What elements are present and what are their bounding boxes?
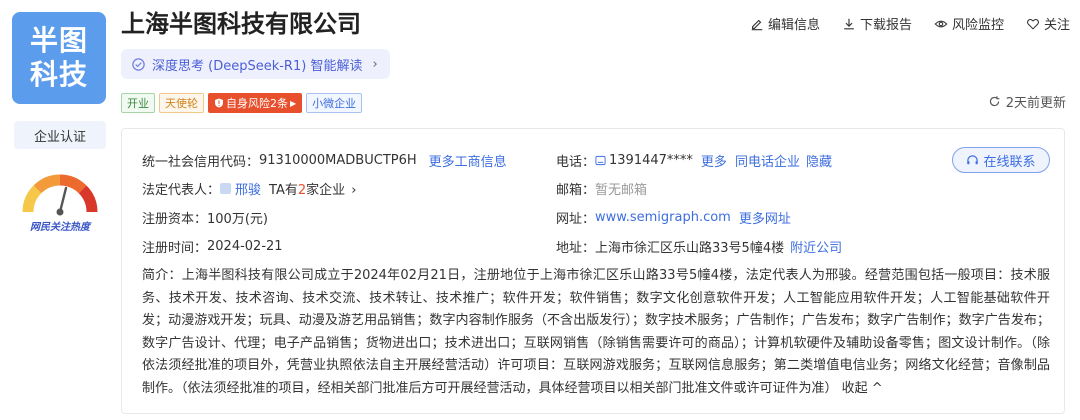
more-business-info-link[interactable]: 更多工商信息 (429, 151, 507, 170)
capital-value: 100万(元) (207, 212, 268, 227)
company-intro: 简介：上海半图科技有限公司成立于2024年02月21日，注册地位于上海市徐汇区乐… (142, 265, 1050, 400)
gauge-label: 网民关注热度 (30, 222, 90, 233)
headset-icon (967, 154, 979, 164)
download-report-label: 下载报告 (859, 18, 912, 33)
chevron-right-icon: › (351, 183, 357, 198)
refresh-icon (989, 96, 1000, 107)
online-contact-label: 在线联系 (983, 154, 1036, 170)
more-websites-link[interactable]: 更多网址 (739, 208, 791, 227)
download-report-button[interactable]: 下载报告 (842, 14, 912, 33)
reg-time-label: 注册时间： (142, 241, 208, 256)
company-info-card: 统一社会信用代码： 91310000MADBUCTP6H 更多工商信息 法定代表… (121, 128, 1065, 414)
status-tags: 开业 天使轮 自身风险2条 ▶ 小微企业 (121, 93, 363, 113)
download-icon (844, 18, 854, 29)
same-phone-companies-link[interactable]: 同电话企业 (735, 151, 800, 170)
collapse-toggle[interactable]: 收起 ^ (842, 381, 883, 396)
risk-monitor-button[interactable]: 风险监控 (934, 14, 1004, 33)
phone-hide-link[interactable]: 隐藏 (806, 151, 832, 170)
edit-info-label: 编辑信息 (767, 18, 820, 33)
eye-icon (934, 20, 948, 27)
tag-risk-label: 自身风险2条 (226, 97, 288, 110)
online-contact-button[interactable]: 在线联系 (952, 147, 1050, 173)
credit-code-label: 统一社会信用代码： (142, 155, 260, 170)
legal-rep-name-link[interactable]: 邢骏 (235, 179, 261, 198)
ta-prefix: TA有 (269, 183, 298, 198)
address-row: 地址： 上海市徐汇区乐山路33号5幢4楼 附近公司 (556, 237, 842, 256)
tag-risk[interactable]: 自身风险2条 ▶ (208, 93, 303, 113)
email-value: 暂无邮箱 (595, 183, 648, 198)
reg-time-value: 2024-02-21 (207, 239, 283, 254)
phone-row: 电话： 1391447**** 更多 同电话企业 隐藏 (556, 151, 832, 170)
ai-sparkle-icon (132, 57, 145, 71)
email-label: 邮箱： (556, 183, 596, 198)
phone-label: 电话： (556, 155, 596, 170)
caret-right-icon: ▶ (290, 98, 297, 108)
legal-rep-label: 法定代表人： (142, 183, 221, 198)
legal-rep-companies-link[interactable]: TA有2家企业 › (269, 179, 356, 198)
tag-status: 开业 (121, 93, 155, 113)
phone-value: 1391447**** (609, 153, 693, 168)
risk-monitor-label: 风险监控 (951, 18, 1004, 33)
enterprise-cert-button[interactable]: 企业认证 (14, 121, 106, 149)
updated-label: 2天前更新 (1005, 96, 1066, 111)
website-row: 网址： www.semigraph.com 更多网址 (556, 208, 791, 227)
nearby-companies-link[interactable]: 附近公司 (790, 237, 842, 256)
gauge-icon (22, 174, 98, 216)
company-name: 上海半图科技有限公司 (121, 10, 361, 38)
intro-text: 简介：上海半图科技有限公司成立于2024年02月21日，注册地位于上海市徐汇区乐… (142, 268, 1050, 396)
attention-gauge: 网民关注热度 (20, 168, 100, 236)
tag-scale: 小微企业 (306, 93, 363, 113)
website-link[interactable]: www.semigraph.com (595, 210, 731, 225)
address-label: 地址： (556, 241, 596, 256)
logo-line-2: 科技 (29, 58, 88, 91)
refresh-status[interactable]: 2天前更新 (988, 92, 1066, 111)
ta-suffix: 家企业 (306, 183, 346, 198)
capital-label: 注册资本： (142, 212, 208, 227)
follow-button[interactable]: 关注 (1026, 14, 1070, 33)
ai-interpretation-button[interactable]: 深度思考 (DeepSeek-R1) 智能解读 › (121, 49, 390, 79)
ta-count: 2 (297, 183, 307, 198)
credit-code-value: 91310000MADBUCTP6H (259, 153, 417, 168)
logo-line-1: 半图 (29, 24, 88, 57)
chevron-right-icon: › (372, 56, 378, 72)
legal-rep-row: 法定代表人： 邢骏 TA有2家企业 › (142, 179, 357, 198)
address-value: 上海市徐汇区乐山路33号5幢4楼 (595, 241, 785, 256)
edit-icon (751, 19, 763, 30)
capital-row: 注册资本： 100万(元) (142, 208, 268, 227)
phone-icon (595, 155, 606, 166)
credit-code-row: 统一社会信用代码： 91310000MADBUCTP6H 更多工商信息 (142, 151, 507, 170)
ai-pill-label: 深度思考 (DeepSeek-R1) 智能解读 (152, 58, 363, 74)
heart-icon (1027, 18, 1039, 30)
person-avatar-icon (220, 183, 232, 194)
website-label: 网址： (556, 212, 596, 227)
header-actions: 编辑信息 下载报告 风险监控 关注 (750, 14, 1070, 33)
edit-info-button[interactable]: 编辑信息 (750, 14, 820, 33)
follow-label: 关注 (1043, 18, 1070, 33)
phone-more-link[interactable]: 更多 (701, 151, 727, 170)
email-row: 邮箱： 暂无邮箱 (556, 179, 647, 198)
reg-time-row: 注册时间： 2024-02-21 (142, 237, 283, 256)
company-logo: 半图 科技 (12, 12, 106, 104)
shield-icon (215, 98, 223, 108)
tag-funding[interactable]: 天使轮 (159, 93, 204, 113)
